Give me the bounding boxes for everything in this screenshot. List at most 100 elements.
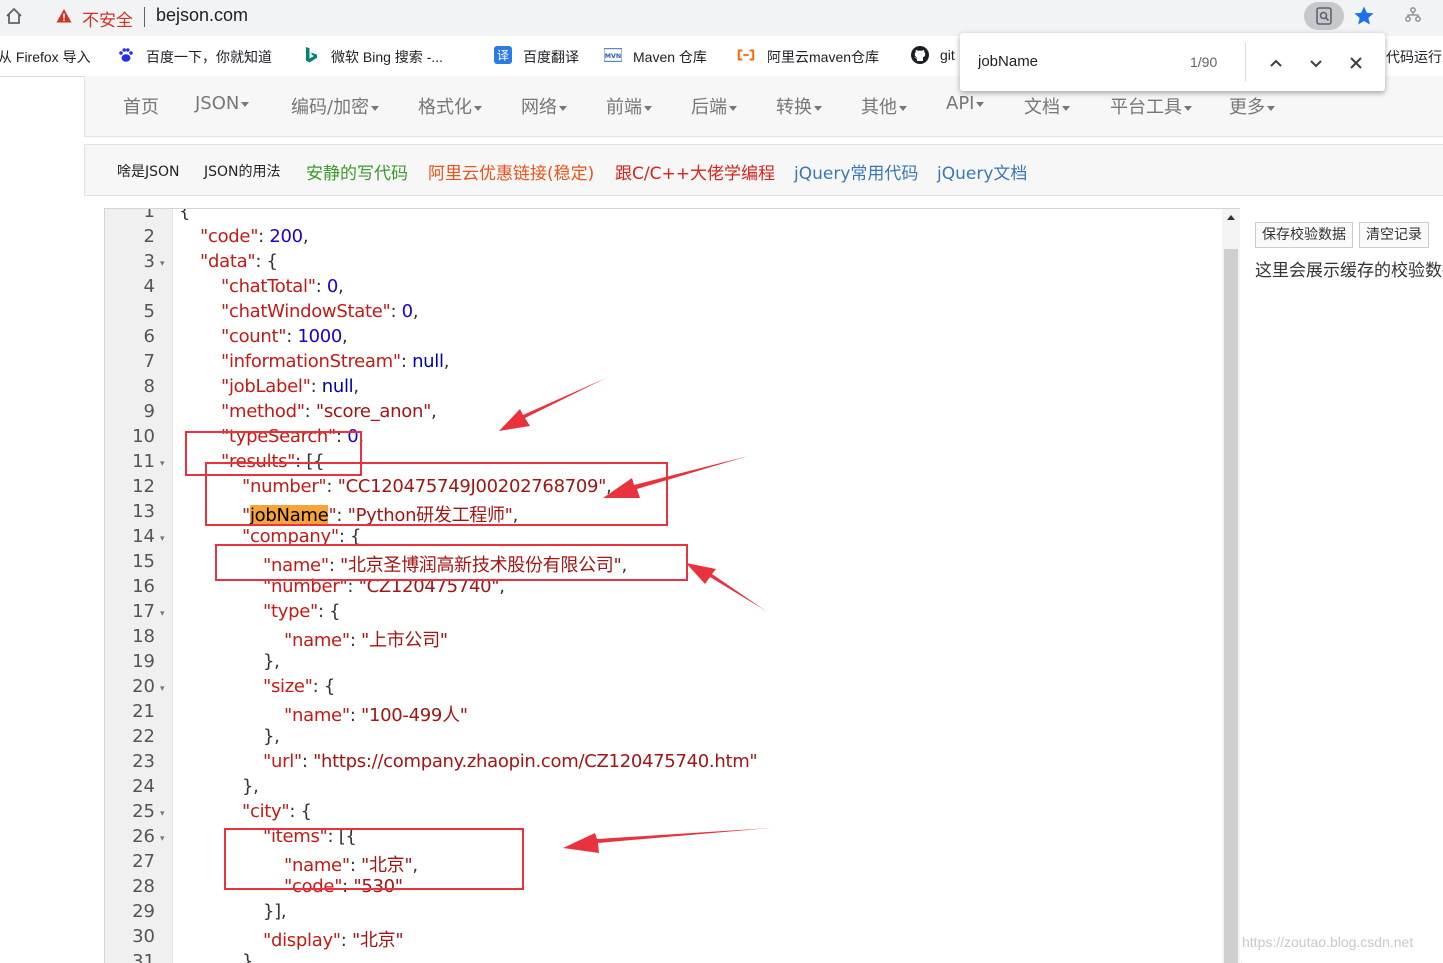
clear-records-button[interactable]: 清空记录 (1359, 222, 1429, 248)
nav-platform-tools[interactable]: 平台工具 (1110, 93, 1192, 119)
svg-text:译: 译 (497, 49, 509, 63)
fold-toggle-icon[interactable]: ▾ (160, 459, 165, 469)
line-number: 9 (143, 401, 155, 422)
line-number: 23 (132, 751, 155, 772)
bookmark-aliyun-maven[interactable]: 阿里云maven仓库 (767, 47, 879, 67)
chevron-down-icon (1062, 105, 1070, 111)
sub-link-jquery-docs[interactable]: jQuery文档 (937, 159, 1027, 184)
url-text[interactable]: bejson.com (156, 5, 248, 26)
line-number: 20 (132, 676, 155, 697)
home-icon[interactable] (4, 6, 24, 26)
chevron-down-icon (241, 101, 250, 107)
code-token: }, (263, 726, 280, 747)
sub-link-jquery-code[interactable]: jQuery常用代码 (794, 159, 918, 184)
line-number: 16 (132, 576, 155, 597)
sub-nav: 啥是JSON JSON的用法 安静的写代码 阿里云优惠链接(稳定) 跟C/C++… (84, 144, 1443, 196)
line-number: 3 (143, 251, 155, 272)
github-icon (911, 46, 929, 64)
code-token: "score_anon" (315, 401, 432, 422)
code-token: "city" (242, 801, 290, 822)
line-number: 24 (132, 776, 155, 797)
line-number: 17 (132, 601, 155, 622)
code-token: , (443, 351, 450, 372)
nav-frontend[interactable]: 前端 (606, 93, 652, 119)
chevron-down-icon (814, 105, 822, 111)
line-number: 15 (132, 551, 155, 572)
line-number: 12 (132, 476, 155, 497)
sub-link-cpp-learning[interactable]: 跟C/C++大佬学编程 (615, 159, 775, 184)
nav-convert[interactable]: 转换 (776, 93, 822, 119)
line-number: 7 (143, 351, 155, 372)
chevron-down-icon[interactable] (1306, 53, 1326, 73)
bookmark-firefox-import[interactable]: 从 Firefox 导入 (0, 47, 91, 67)
scrollbar-thumb[interactable] (1224, 249, 1238, 963)
line-number: 25 (132, 801, 155, 822)
bookmark-code-runner[interactable]: 代码运行工 (1386, 47, 1443, 67)
nav-other[interactable]: 其他 (861, 93, 907, 119)
find-bar: 1/90 (960, 33, 1385, 91)
code-token: : { (289, 801, 312, 822)
bookmark-maven[interactable]: Maven 仓库 (633, 47, 707, 67)
line-number: 28 (132, 876, 155, 897)
sub-link-aliyun-discount[interactable]: 阿里云优惠链接(稳定) (428, 159, 594, 184)
code-line: "count": 1000, (221, 326, 348, 347)
code-line: "method": "score_anon", (221, 401, 437, 422)
chevron-up-icon[interactable] (1266, 53, 1286, 73)
fold-toggle-icon[interactable]: ▾ (160, 834, 165, 844)
code-token: 0 (401, 301, 413, 322)
chevron-down-icon (371, 105, 380, 111)
code-token: 200 (269, 226, 303, 247)
line-number: 21 (132, 701, 155, 722)
bookmark-bing[interactable]: 微软 Bing 搜索 -... (331, 47, 443, 67)
line-number: 14 (132, 526, 155, 547)
fold-toggle-icon[interactable]: ▾ (160, 609, 165, 619)
line-number: 13 (132, 501, 155, 522)
extension-icon[interactable] (1404, 6, 1422, 24)
fold-toggle-icon[interactable]: ▾ (160, 534, 165, 544)
code-token: , (431, 401, 437, 422)
nav-docs[interactable]: 文档 (1024, 93, 1070, 119)
code-token: "size" (263, 676, 313, 697)
code-token: : (301, 751, 314, 772)
find-input[interactable] (978, 53, 1178, 70)
nav-encode[interactable]: 编码/加密 (291, 93, 380, 119)
sub-link-json-usage[interactable]: JSON的用法 (204, 161, 281, 181)
editor-scrollbar[interactable] (1222, 209, 1240, 963)
code-token: "name" (284, 705, 350, 726)
nav-format[interactable]: 格式化 (418, 93, 482, 119)
find-icon[interactable] (1304, 2, 1344, 30)
close-icon[interactable] (1346, 53, 1366, 73)
star-icon[interactable] (1352, 4, 1376, 28)
bing-icon (306, 47, 317, 63)
line-number: 26 (132, 826, 155, 847)
nav-api[interactable]: API (946, 93, 985, 114)
code-token: "https://company.zhaopin.com/CZ120475740… (313, 751, 758, 772)
code-token: }], (263, 901, 287, 922)
nav-network[interactable]: 网络 (521, 93, 567, 119)
code-token: }, (242, 951, 259, 963)
security-label[interactable]: 不安全 (82, 6, 133, 31)
fold-toggle-icon[interactable]: ▾ (160, 684, 165, 694)
bookmark-github[interactable]: git (940, 47, 955, 63)
scroll-up-icon[interactable] (1227, 215, 1235, 220)
fold-toggle-icon[interactable]: ▾ (160, 259, 165, 269)
sub-link-quiet-coding[interactable]: 安静的写代码 (306, 159, 408, 184)
sub-link-what-is-json[interactable]: 啥是JSON (117, 161, 180, 181)
code-line: "type": { (263, 601, 341, 622)
nav-home[interactable]: 首页 (123, 93, 159, 119)
nav-json[interactable]: JSON (195, 93, 250, 114)
code-line: }, (242, 951, 259, 963)
bookmark-baidu[interactable]: 百度一下，你就知道 (146, 47, 272, 67)
chevron-down-icon (729, 105, 737, 111)
bookmark-baidu-translate[interactable]: 百度翻译 (523, 47, 579, 67)
nav-backend[interactable]: 后端 (691, 93, 737, 119)
nav-more[interactable]: 更多 (1229, 93, 1275, 119)
save-validation-button[interactable]: 保存校验数据 (1255, 222, 1353, 248)
chevron-down-icon (1267, 105, 1275, 111)
find-divider (1245, 43, 1246, 81)
code-line: "chatTotal": 0, (221, 276, 344, 297)
code-line: }, (263, 651, 280, 672)
svg-text:MVN: MVN (605, 53, 621, 60)
code-token: , (338, 276, 344, 297)
fold-toggle-icon[interactable]: ▾ (160, 809, 165, 819)
